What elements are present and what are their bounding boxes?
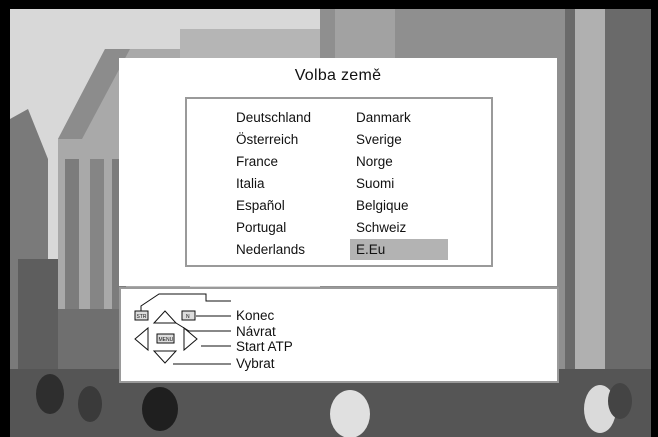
- country-option[interactable]: Español: [236, 195, 285, 216]
- remote-legend: STR N MENU Konec Návrat Start ATP Vybrat: [119, 287, 559, 383]
- country-option[interactable]: Suomi: [356, 173, 394, 194]
- country-option-selected[interactable]: E.Eu: [350, 239, 448, 260]
- country-option[interactable]: Schweiz: [356, 217, 406, 238]
- country-option[interactable]: Danmark: [356, 107, 411, 128]
- n-key-label: N: [186, 314, 190, 320]
- country-option[interactable]: Portugal: [236, 217, 286, 238]
- country-option[interactable]: Belgique: [356, 195, 409, 216]
- country-option[interactable]: Norge: [356, 151, 393, 172]
- arrow-down-icon: [152, 350, 178, 364]
- legend-exit: Konec: [236, 308, 275, 323]
- country-select-dialog: Volba země Deutschland Österreich France…: [119, 58, 557, 286]
- menu-key-label: MENU: [159, 337, 174, 343]
- legend-start-atp: Start ATP: [236, 339, 293, 354]
- arrow-left-icon: [134, 326, 149, 352]
- arrow-up-icon: [152, 310, 178, 324]
- country-option[interactable]: Deutschland: [236, 107, 311, 128]
- country-option[interactable]: France: [236, 151, 278, 172]
- dialog-title: Volba země: [294, 67, 382, 84]
- country-option[interactable]: Österreich: [236, 129, 298, 150]
- legend-select: Vybrat: [236, 356, 275, 371]
- country-option[interactable]: Sverige: [356, 129, 402, 150]
- remote-keys-diagram: STR N MENU: [134, 293, 231, 365]
- str-key-label: STR: [137, 314, 147, 320]
- country-option[interactable]: Nederlands: [236, 239, 305, 260]
- country-list: Deutschland Österreich France Italia Esp…: [185, 97, 493, 267]
- legend-back: Návrat: [236, 324, 276, 339]
- country-option[interactable]: Italia: [236, 173, 265, 194]
